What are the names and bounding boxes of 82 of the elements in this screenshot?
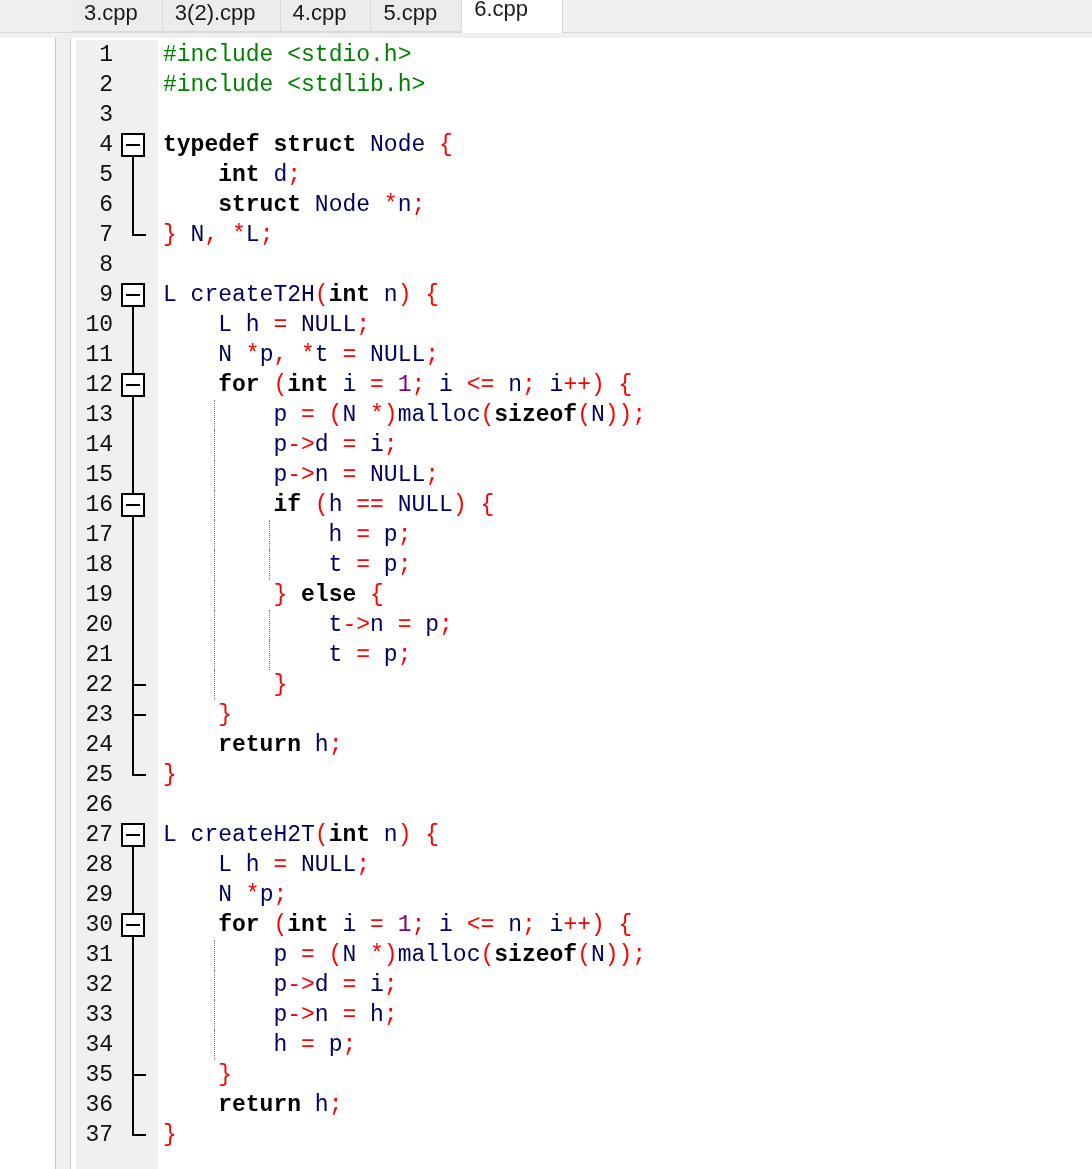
code-line: #include <stdlib.h> — [163, 71, 426, 100]
line-number: 30 — [85, 911, 113, 940]
code-line: h = p; — [328, 521, 412, 550]
code-line: for (int i = 1; i <= n; i++) { — [218, 371, 633, 400]
minus-box-icon[interactable] — [121, 493, 145, 517]
code-line: } N, *L; — [163, 221, 274, 250]
code-line: p = (N *)malloc(sizeof(N)); — [273, 401, 647, 430]
line-number: 20 — [85, 611, 113, 640]
code-line: p->d = i; — [273, 431, 398, 460]
minus-box-icon[interactable] — [121, 373, 145, 397]
code-line: L h = NULL; — [218, 851, 371, 880]
line-number: 18 — [85, 551, 113, 580]
code-line: return h; — [218, 1091, 343, 1120]
line-number: 23 — [85, 701, 113, 730]
code-line: L h = NULL; — [218, 311, 371, 340]
line-number: 6 — [99, 191, 113, 220]
minus-box-icon[interactable] — [121, 133, 145, 157]
line-number: 10 — [85, 311, 113, 340]
line-number: 24 — [85, 731, 113, 760]
code-line: L createH2T(int n) { — [163, 821, 440, 850]
file-tab[interactable]: 4.cpp — [280, 0, 372, 32]
line-number: 19 — [85, 581, 113, 610]
line-number: 11 — [85, 341, 113, 370]
line-number: 4 — [99, 131, 113, 160]
code-line: struct Node *n; — [218, 191, 426, 220]
line-number: 22 — [85, 671, 113, 700]
line-number: 37 — [85, 1121, 113, 1150]
code-line: t = p; — [328, 551, 412, 580]
line-number: 3 — [99, 101, 113, 130]
line-number: 31 — [85, 941, 113, 970]
code-line: t->n = p; — [328, 611, 453, 640]
code-line: #include <stdio.h> — [163, 41, 412, 70]
code-line: N *p, *t = NULL; — [218, 341, 440, 370]
line-number: 16 — [85, 491, 113, 520]
line-number: 12 — [85, 371, 113, 400]
line-number: 26 — [85, 791, 113, 820]
code-line: } — [163, 761, 177, 790]
line-number: 36 — [85, 1091, 113, 1120]
line-number: 32 — [85, 971, 113, 1000]
code-line: return h; — [218, 731, 343, 760]
line-number: 28 — [85, 851, 113, 880]
code-line: p = (N *)malloc(sizeof(N)); — [273, 941, 647, 970]
line-number: 5 — [99, 161, 113, 190]
line-number: 15 — [85, 461, 113, 490]
line-number: 35 — [85, 1061, 113, 1090]
code-line: p->n = h; — [273, 1001, 398, 1030]
code-line: } — [273, 671, 288, 700]
code-line: int d; — [218, 161, 302, 190]
line-number: 33 — [85, 1001, 113, 1030]
file-tab[interactable]: 6.cpp — [462, 0, 564, 33]
line-number: 1 — [99, 41, 113, 70]
line-number: 2 — [99, 71, 113, 100]
line-number: 9 — [99, 281, 113, 310]
code-line: t = p; — [328, 641, 412, 670]
code-line: p->d = i; — [273, 971, 398, 1000]
code-line: } else { — [273, 581, 384, 610]
line-number: 25 — [85, 761, 113, 790]
code-line: typedef struct Node { — [163, 131, 453, 160]
line-number: 14 — [85, 431, 113, 460]
line-number: 21 — [85, 641, 113, 670]
code-line: } — [218, 701, 232, 730]
minus-box-icon[interactable] — [121, 913, 145, 937]
line-number: 13 — [85, 401, 113, 430]
code-line: } — [163, 1121, 177, 1150]
code-line: if (h == NULL) { — [273, 491, 495, 520]
line-number: 7 — [99, 221, 113, 250]
line-number: 8 — [99, 251, 113, 280]
file-tab[interactable]: 3(2).cpp — [162, 0, 281, 32]
line-number: 29 — [85, 881, 113, 910]
file-tab[interactable]: 5.cpp — [371, 0, 463, 32]
code-line: N *p; — [218, 881, 288, 910]
code-line: h = p; — [273, 1031, 357, 1060]
code-line: for (int i = 1; i <= n; i++) { — [218, 911, 633, 940]
minus-box-icon[interactable] — [121, 823, 145, 847]
code-line: L createT2H(int n) { — [163, 281, 440, 310]
minus-box-icon[interactable] — [121, 283, 145, 307]
line-number: 17 — [85, 521, 113, 550]
code-line: } — [218, 1061, 232, 1090]
file-tab[interactable]: 3.cpp — [72, 0, 163, 32]
code-line: p->n = NULL; — [273, 461, 440, 490]
line-number: 27 — [85, 821, 113, 850]
line-number: 34 — [85, 1031, 113, 1060]
